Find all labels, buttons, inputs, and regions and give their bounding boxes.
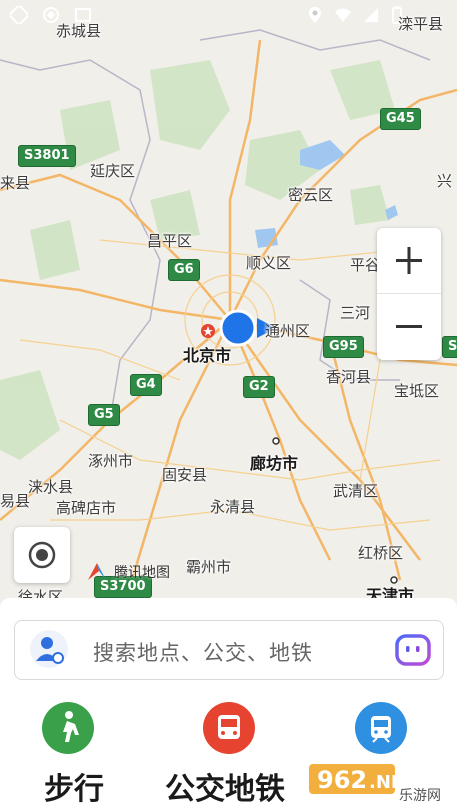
place-label: 高碑店市 [56,499,117,517]
highway-shield: G6 [168,259,200,281]
transit-label: 公交地铁 [165,772,285,807]
place-label-capital: 北京市 [183,346,232,365]
walk-button[interactable]: 步行 [28,702,108,807]
brand-name: 腾讯地图 [114,565,170,581]
place-label: 固安县 [162,466,208,484]
place-label: 滦平县 [398,15,444,33]
place-label: 廊坊市 [250,454,299,473]
place-label: 永清县 [210,498,256,516]
transit-button[interactable]: 公交地铁 [165,702,285,807]
place-label: 密云区 [288,186,334,204]
zoom-controls [377,228,441,360]
minus-icon [396,325,422,328]
zoom-out-button[interactable] [377,294,441,359]
map-view[interactable]: 赤城县 滦平县 延庆区 来县 密云区 兴 昌平区 顺义区 平谷 三河 通州区 北… [0,0,457,620]
assistant-robot-icon[interactable] [395,633,431,667]
place-label: 武清区 [333,482,379,500]
search-bar[interactable]: 搜索地点、公交、地铁 [14,620,444,680]
place-label: 三河 [340,304,371,322]
place-label: 红桥区 [358,544,404,562]
place-label: 平谷 [350,256,381,274]
bottom-panel: 搜索地点、公交、地铁 步行 公交地铁 962 .NET 乐游网 [0,598,457,812]
plus-icon [396,247,422,274]
current-location-marker [219,309,257,347]
place-label: 宝坻区 [394,382,440,400]
highway-shield: S [442,336,457,358]
place-label: 延庆区 [90,162,136,180]
subway-button[interactable] [341,702,421,754]
locate-me-button[interactable] [14,527,70,583]
search-placeholder: 搜索地点、公交、地铁 [93,641,313,665]
app-notification-icon [10,6,28,24]
walk-label: 步行 [44,772,104,807]
location-pin-icon [309,7,321,23]
highway-shield: G4 [130,374,162,396]
signal-icon [364,8,378,22]
place-label: 通州区 [265,322,311,340]
place-label: 兴 [437,172,453,190]
watermark-text: 乐游网 [399,788,441,804]
svg-text:962: 962 [317,766,367,794]
highway-shield: G95 [323,336,364,358]
highway-shield: G45 [380,108,421,130]
place-label: 易县 [0,492,31,510]
zoom-in-button[interactable] [377,228,441,294]
place-label: 涞水县 [28,478,74,496]
crosshair-icon [28,541,56,569]
watermark-logo: 962 .NET 乐游网 [309,764,441,804]
place-label: 涿州市 [88,452,134,470]
wifi-icon [335,8,351,22]
place-label: 顺义区 [246,254,292,272]
place-label: 香河县 [326,368,372,386]
highway-shield: G2 [243,376,275,398]
tencent-map-logo-icon [88,563,106,580]
highway-shield: S3801 [18,145,76,167]
place-label: 霸州市 [186,558,232,576]
subway-icon [355,702,407,754]
bus-icon [203,702,255,754]
walk-icon [42,702,94,754]
place-label: 来县 [0,174,31,192]
map-brand: 腾讯地图 [86,562,170,582]
place-label: 赤城县 [56,22,102,40]
user-settings-icon[interactable] [29,629,69,669]
place-label: 昌平区 [147,232,193,250]
highway-shield: G5 [88,404,120,426]
